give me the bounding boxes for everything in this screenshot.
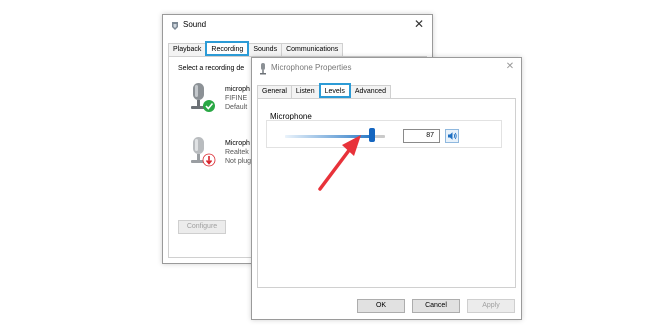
device-status: Default <box>225 104 248 111</box>
red-annotation-arrow <box>318 135 361 191</box>
microphone-icon <box>191 83 215 112</box>
properties-titlebar: Microphone Properties ✕ <box>252 58 521 80</box>
properties-title: Microphone Properties <box>271 63 352 72</box>
microphone-level-group: 87 <box>266 120 502 148</box>
cancel-button[interactable]: Cancel <box>412 299 460 313</box>
tab-recording[interactable]: Recording <box>205 41 250 56</box>
properties-close-icon[interactable]: ✕ <box>503 60 517 74</box>
properties-tabs: General Listen Levels Advanced <box>257 83 391 98</box>
green-check-icon <box>203 100 215 112</box>
configure-button[interactable]: Configure <box>178 220 226 234</box>
tab-communications[interactable]: Communications <box>281 43 344 56</box>
tab-listen[interactable]: Listen <box>290 85 320 98</box>
microphone-icon <box>191 137 216 167</box>
device-description: Realtek <box>225 149 249 156</box>
device-status: Not plug <box>225 158 252 165</box>
microphone-properties-dialog: Microphone Properties ✕ General Listen L… <box>251 57 522 320</box>
microphone-icon <box>260 63 266 75</box>
tab-sounds[interactable]: Sounds <box>248 43 283 56</box>
sound-close-icon[interactable]: ✕ <box>412 17 426 31</box>
speaker-icon <box>448 132 457 140</box>
device-name: Microph <box>225 140 250 147</box>
sound-icon <box>172 22 178 30</box>
sound-title: Sound <box>183 20 207 29</box>
ok-button[interactable]: OK <box>357 299 405 313</box>
tab-playback[interactable]: Playback <box>168 43 207 56</box>
red-down-arrow-icon <box>202 153 216 167</box>
recording-instruction: Select a recording de <box>178 65 245 72</box>
tab-general[interactable]: General <box>257 85 292 98</box>
levels-panel: Microphone 87 <box>257 98 516 288</box>
sound-titlebar: Sound ✕ <box>163 15 432 37</box>
tab-advanced[interactable]: Advanced <box>349 85 391 98</box>
device-name: microph <box>225 86 250 93</box>
mute-toggle-button[interactable] <box>445 129 459 143</box>
device-description: FIFINE <box>225 95 248 102</box>
apply-button[interactable]: Apply <box>467 299 515 313</box>
level-value-input[interactable]: 87 <box>403 129 440 143</box>
sound-tabs: Playback Recording Sounds Communications <box>168 41 344 56</box>
tab-levels[interactable]: Levels <box>318 83 351 98</box>
